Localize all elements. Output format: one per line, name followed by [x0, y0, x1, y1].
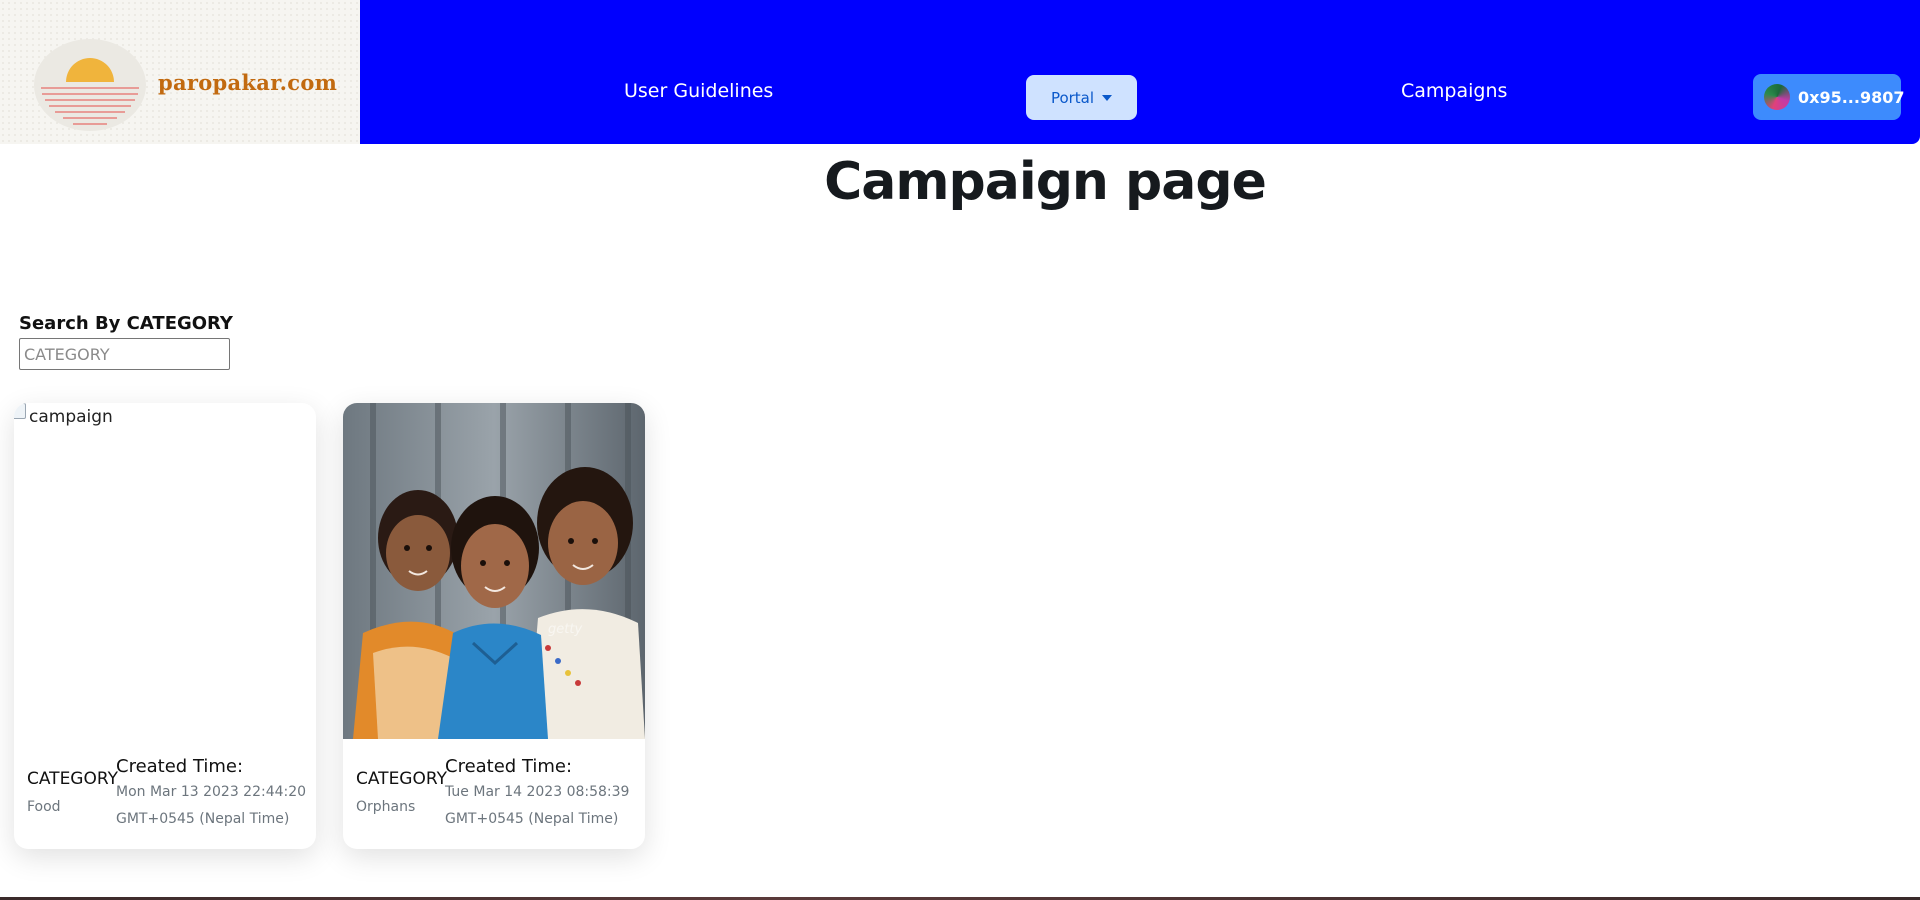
campaign-card[interactable]: getty CATEGORY Orphans Created Time: Tue…: [343, 403, 645, 849]
category-label: CATEGORY: [356, 769, 447, 789]
created-time-label: Created Time:: [445, 756, 573, 777]
campaign-image: getty: [343, 403, 645, 739]
created-time-block: Created Time: Mon Mar 13 2023 22:44:20 G…: [116, 756, 312, 833]
page-title: Campaign page: [824, 152, 1267, 212]
children-photo-image: getty: [343, 403, 645, 739]
campaign-card[interactable]: campaign CATEGORY Food Created Time: Mon…: [14, 403, 316, 849]
created-time-block: Created Time: Tue Mar 14 2023 08:58:39 G…: [445, 756, 641, 833]
nav-user-guidelines-link[interactable]: User Guidelines: [624, 80, 773, 102]
created-time-value: Mon Mar 13 2023 22:44:20 GMT+0545 (Nepal…: [116, 784, 307, 827]
navbar: User Guidelines Portal Campaigns 0x95...…: [360, 0, 1920, 144]
broken-image-placeholder: campaign: [14, 403, 113, 427]
category-value: Orphans: [356, 799, 416, 815]
category-search-input[interactable]: [19, 338, 230, 370]
campaign-image: campaign: [14, 403, 316, 739]
category-block: CATEGORY Orphans: [356, 769, 447, 815]
wallet-button[interactable]: 0x95...9807: [1753, 74, 1905, 120]
image-alt-text: campaign: [29, 407, 113, 427]
wallet-address: 0x95...9807: [1798, 87, 1905, 107]
category-value: Food: [27, 799, 61, 815]
search-label: Search By CATEGORY: [19, 313, 233, 334]
logo-text: paropakar.com: [158, 70, 338, 95]
broken-image-icon: [14, 403, 26, 419]
created-time-label: Created Time:: [116, 756, 244, 777]
sunset-logo-icon: [34, 39, 146, 131]
category-block: CATEGORY Food: [27, 769, 118, 815]
nav-campaigns-link[interactable]: Campaigns: [1401, 80, 1507, 102]
caret-down-icon: [1102, 94, 1113, 101]
page: paropakar.com User Guidelines Portal Cam…: [0, 0, 1920, 900]
logo[interactable]: paropakar.com: [0, 0, 360, 144]
category-label: CATEGORY: [27, 769, 118, 789]
portal-label: Portal: [1050, 88, 1095, 107]
svg-text:getty: getty: [548, 622, 582, 637]
portal-dropdown-button[interactable]: Portal: [1026, 75, 1137, 120]
wallet-avatar-icon: [1764, 84, 1790, 110]
created-time-value: Tue Mar 14 2023 08:58:39 GMT+0545 (Nepal…: [445, 784, 630, 827]
